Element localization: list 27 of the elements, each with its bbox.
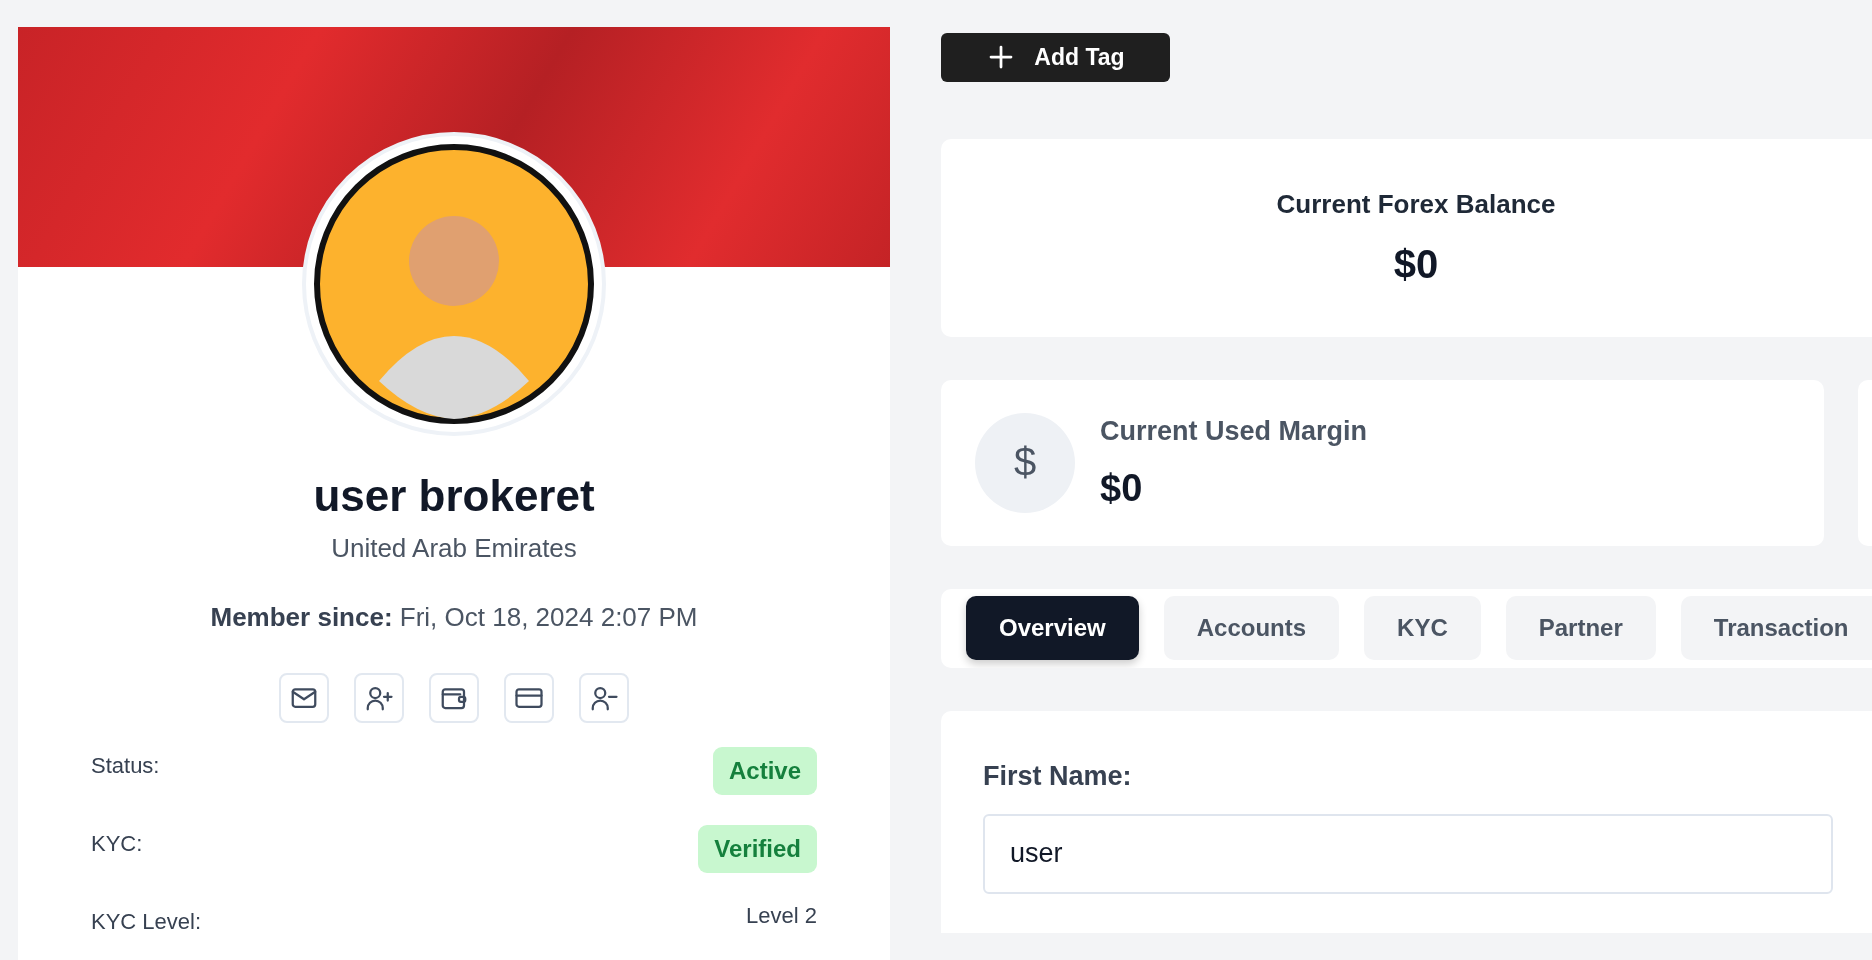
detail-value: Level 2 — [746, 903, 817, 929]
dollar-icon: $ — [975, 412, 1075, 513]
balance-title: Current Forex Balance — [1275, 188, 1557, 220]
detail-label: KYC: — [91, 830, 143, 857]
balance-value: $0 — [1392, 241, 1440, 287]
user-country: United Arab Emirates — [331, 533, 577, 564]
wallet-button[interactable] — [429, 673, 479, 723]
input-field[interactable]: user — [983, 813, 1833, 894]
margin-title: Current Used Margin — [1100, 415, 1368, 447]
status-badge: Verified — [698, 825, 817, 873]
detail-label: Status: — [91, 752, 160, 779]
user-plus-button[interactable] — [354, 673, 404, 723]
user-name: user brokeret — [313, 471, 595, 521]
credit-card-button[interactable] — [504, 673, 554, 723]
tab[interactable]: Partner — [1505, 596, 1656, 661]
tab[interactable]: Overview — [966, 596, 1139, 661]
tab[interactable]: Transaction — [1680, 596, 1872, 661]
add-tag-button[interactable]: Add Tag — [941, 33, 1170, 82]
margin-value: $0 — [1100, 466, 1144, 510]
user-minus-button[interactable] — [579, 673, 629, 723]
member-since-text: Member since: Fri, Oct 18, 2024 2:07 PM — [210, 602, 698, 633]
detail-label: KYC Level: — [91, 908, 202, 935]
field-label: First Name: — [983, 760, 1133, 792]
status-badge: Active — [712, 747, 817, 795]
tab[interactable]: KYC — [1364, 596, 1481, 661]
mail-button[interactable] — [279, 673, 329, 723]
tab[interactable]: Accounts — [1163, 596, 1340, 661]
